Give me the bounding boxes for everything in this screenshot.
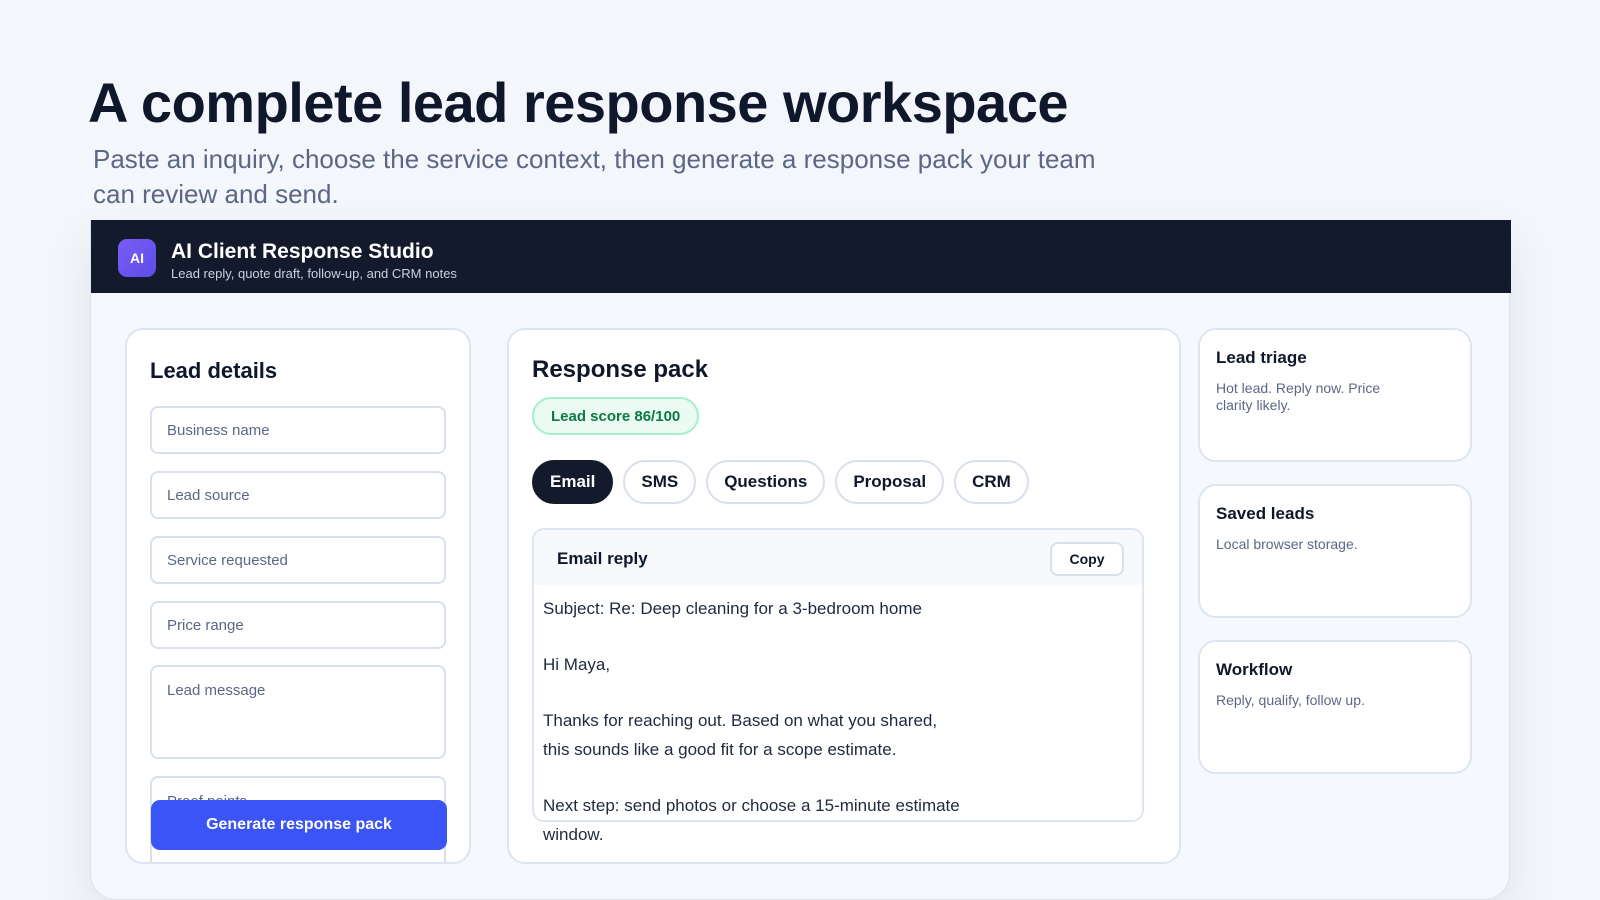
lead-source-input[interactable] [150, 471, 446, 519]
email-reply-header: Email reply Copy [534, 530, 1142, 585]
page-subtitle: Paste an inquiry, choose the service con… [93, 144, 1096, 209]
tab-crm[interactable]: CRM [954, 460, 1029, 504]
service-requested-input[interactable] [150, 536, 446, 584]
app-subtitle: Lead reply, quote draft, follow-up, and … [171, 266, 457, 281]
lead-triage-title: Lead triage [1216, 348, 1307, 367]
lead-message-textarea[interactable] [150, 665, 446, 759]
business-name-input[interactable] [150, 406, 446, 454]
email-reply-body[interactable]: Subject: Re: Deep cleaning for a 3-bedro… [543, 594, 963, 876]
workflow-title: Workflow [1216, 660, 1293, 679]
lead-details-panel: Lead details Generate response pack [125, 328, 471, 864]
app-logo-icon: AI [118, 239, 156, 277]
saved-leads-text: Local browser storage. [1216, 536, 1358, 552]
tab-sms[interactable]: SMS [623, 460, 697, 504]
saved-leads-title: Saved leads [1216, 504, 1315, 523]
response-tabs: Email SMS Questions Proposal CRM [532, 460, 1029, 504]
email-subject-line: Subject: Re: Deep cleaning for a 3-bedro… [543, 599, 922, 618]
email-reply-title: Email reply [557, 549, 648, 568]
tab-email[interactable]: Email [532, 460, 614, 504]
workflow-text: Reply, qualify, follow up. [1216, 692, 1365, 708]
response-pack-title: Response pack [532, 356, 709, 383]
app-title: AI Client Response Studio [171, 240, 434, 263]
tab-proposal[interactable]: Proposal [835, 460, 945, 504]
email-greeting: Hi Maya, [543, 655, 611, 674]
copy-button[interactable]: Copy [1050, 542, 1124, 576]
lead-triage-text: Hot lead. Reply now. Price clarity likel… [1216, 380, 1381, 413]
lead-score-badge: Lead score 86/100 [532, 397, 700, 435]
lead-triage-card: Lead triage Hot lead. Reply now. Price c… [1198, 328, 1472, 462]
email-paragraph: Thanks for reaching out. Based on what y… [543, 711, 938, 759]
price-range-input[interactable] [150, 601, 446, 649]
tab-questions[interactable]: Questions [706, 460, 826, 504]
app-header: AI AI Client Response Studio Lead reply,… [91, 220, 1511, 293]
page-title: A complete lead response workspace [88, 71, 1068, 134]
workflow-card: Workflow Reply, qualify, follow up. [1198, 640, 1472, 774]
generate-response-pack-button[interactable]: Generate response pack [151, 800, 447, 850]
lead-details-title: Lead details [150, 358, 278, 383]
email-next-step: Next step: send photos or choose a 15-mi… [543, 796, 960, 844]
saved-leads-card[interactable]: Saved leads Local browser storage. [1198, 484, 1472, 618]
